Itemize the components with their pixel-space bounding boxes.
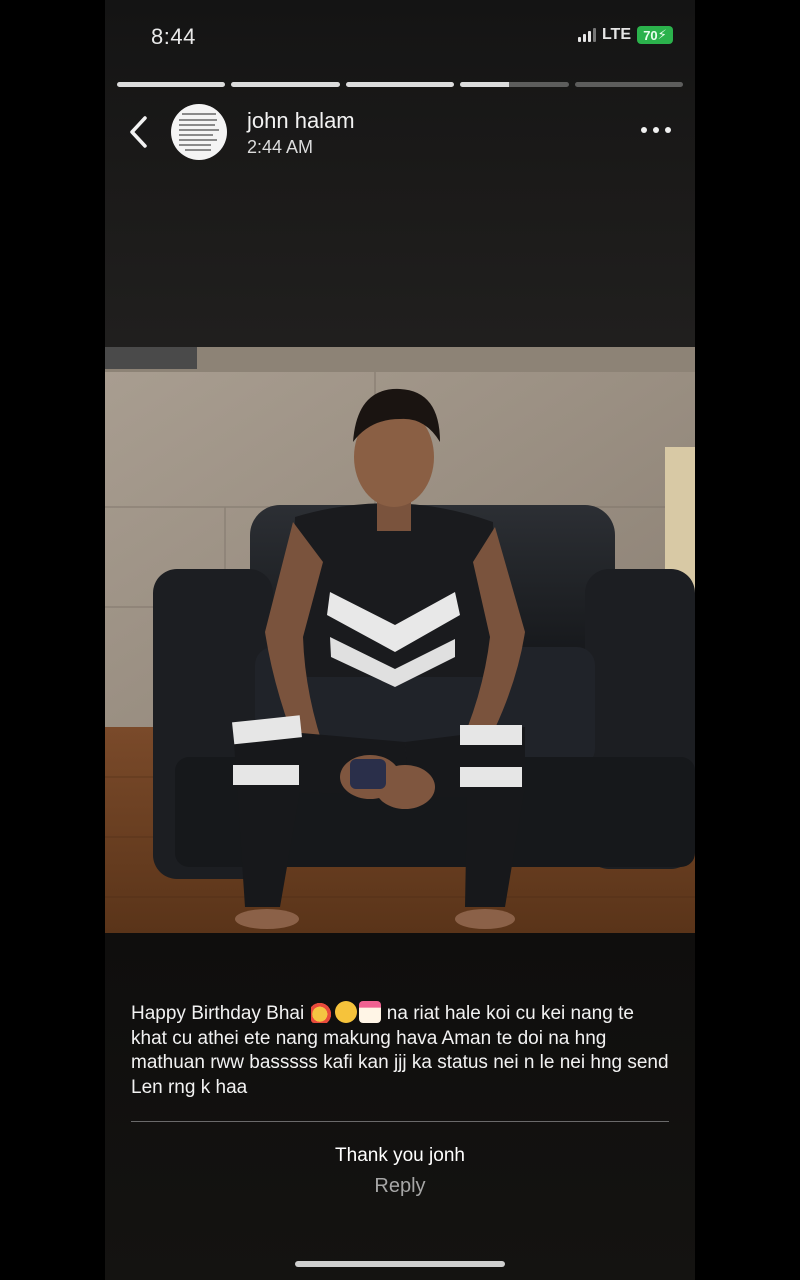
battery-icon: 70 ⚡ (637, 26, 673, 44)
birthday-cake-icon (358, 1001, 381, 1023)
network-type: LTE (601, 26, 631, 43)
story-viewer: 8:44 LTE 70 ⚡ john halam 2:44 AM Happy B… (105, 0, 695, 1280)
story-progress-segment (460, 82, 569, 87)
reply-button[interactable]: Reply (105, 1175, 695, 1198)
story-photo[interactable] (105, 347, 695, 933)
more-dot-icon (653, 127, 659, 133)
post-time: 2:44 AM (247, 137, 314, 157)
battery-level: 70 (643, 27, 658, 43)
more-options-button[interactable] (641, 118, 671, 142)
photo-illustration (105, 347, 695, 933)
signal-icon (577, 28, 596, 42)
story-progress (117, 82, 684, 87)
more-dot-icon (641, 127, 647, 133)
story-progress-segment (117, 82, 226, 87)
caption-text-start: Happy Birthday Bhai (131, 1003, 305, 1024)
home-indicator[interactable] (295, 1261, 505, 1267)
author-name[interactable]: john halam (247, 108, 355, 134)
avatar[interactable] (171, 104, 227, 160)
reply-message: Thank you jonh (335, 1145, 465, 1166)
divider (131, 1121, 669, 1122)
chevron-left-icon (130, 116, 147, 148)
more-dot-icon (665, 127, 671, 133)
status-time: 8:44 (151, 24, 196, 49)
story-progress-segment (345, 82, 455, 87)
charging-icon: ⚡ (657, 27, 667, 42)
status-icons: LTE 70 ⚡ (577, 26, 673, 44)
back-button[interactable] (123, 112, 153, 152)
story-progress-segment (231, 82, 340, 87)
story-progress-segment (574, 82, 684, 87)
story-caption: Happy Birthday Bhai na riat hale koi cu … (131, 1001, 671, 1100)
party-popper-icon (310, 1001, 333, 1023)
partying-face-icon (334, 1001, 357, 1023)
